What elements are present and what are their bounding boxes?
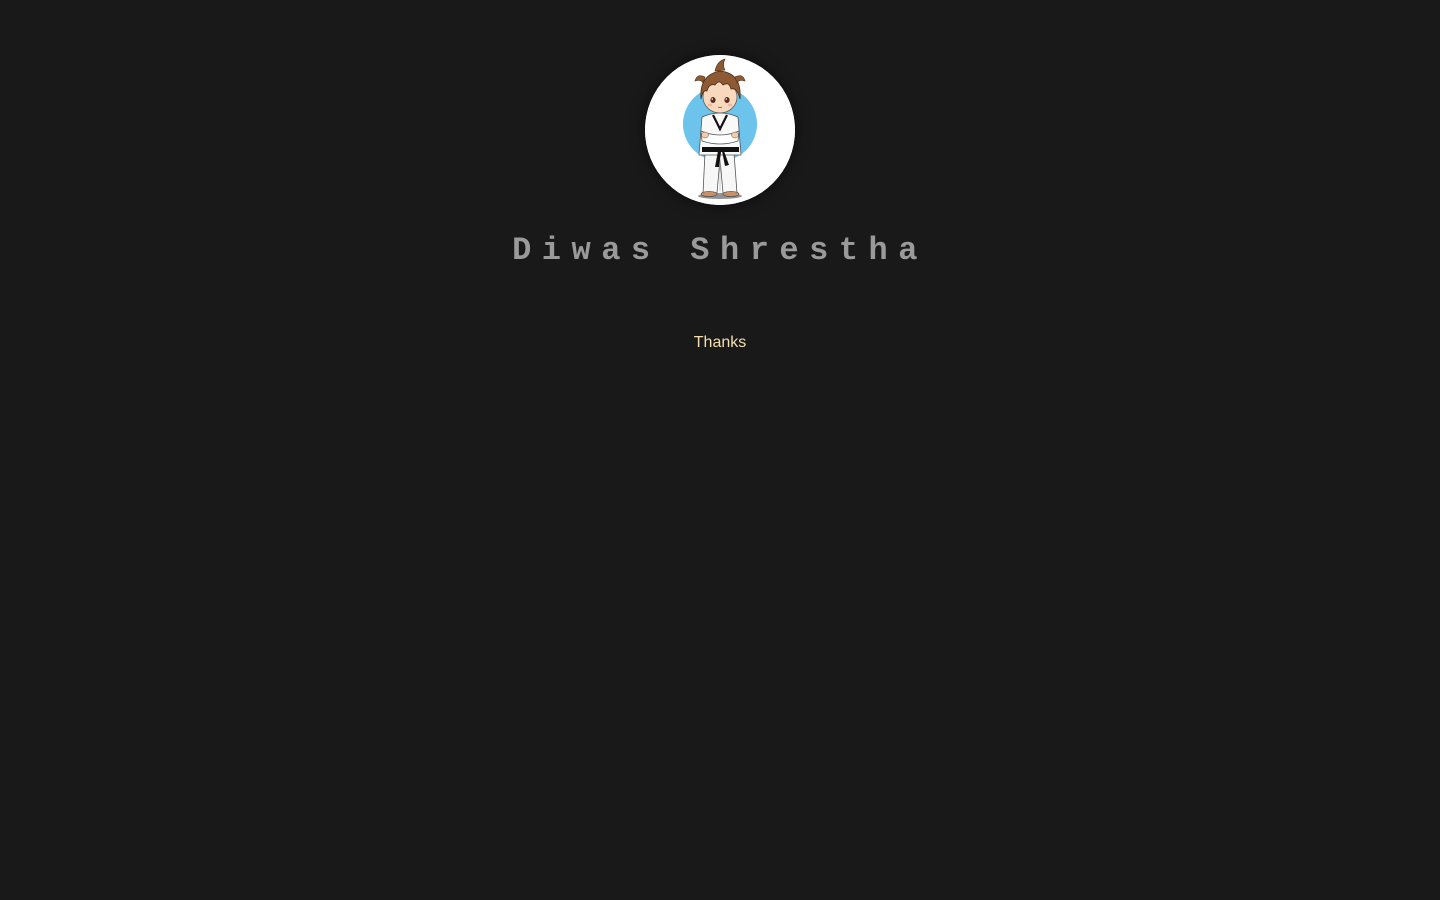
profile-name: Diwas Shrestha: [512, 232, 928, 269]
profile-avatar: [645, 55, 795, 205]
page: Diwas Shrestha Thanks: [0, 0, 1440, 900]
thanks-link-row: Thanks: [0, 332, 1440, 354]
thanks-link[interactable]: Thanks: [694, 332, 746, 354]
karate-boy-avatar-icon: [645, 55, 795, 205]
